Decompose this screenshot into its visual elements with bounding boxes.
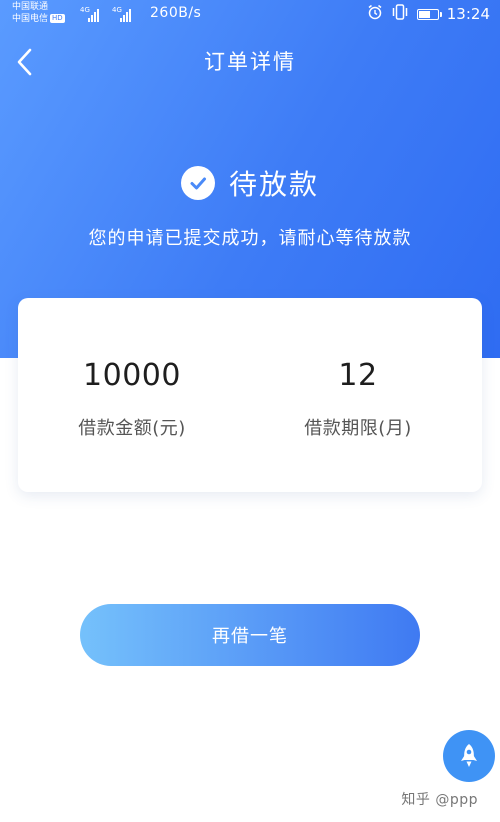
loan-amount-value: 10000 bbox=[83, 358, 181, 393]
alarm-clock-icon bbox=[367, 4, 383, 24]
status-title: 待放款 bbox=[228, 168, 319, 201]
rocket-button[interactable] bbox=[443, 730, 495, 782]
order-status: 待放款 bbox=[0, 163, 500, 203]
status-icons: 13:24 bbox=[367, 4, 490, 24]
carrier-1: 中国联通 bbox=[12, 2, 49, 12]
network-speed: 260B/s bbox=[150, 5, 202, 21]
rocket-icon bbox=[461, 744, 477, 767]
loan-term-value: 12 bbox=[338, 358, 378, 393]
check-circle-icon bbox=[180, 166, 215, 200]
battery-icon bbox=[416, 8, 442, 20]
status-bar: 中国联通 中国电信 HD 4G 4G 260B/s 13:24 bbox=[0, 0, 500, 30]
signal-icon: 4G bbox=[80, 6, 110, 22]
status-time: 13:24 bbox=[446, 5, 490, 23]
borrow-again-button[interactable]: 再借一笔 bbox=[80, 604, 420, 666]
watermark: 知乎 @ppp bbox=[401, 792, 478, 808]
carrier-2: 中国电信 bbox=[12, 14, 49, 24]
loan-summary-card: 10000 借款金额(元) 12 借款期限(月) bbox=[18, 298, 482, 492]
hd-badge: HD bbox=[50, 14, 65, 23]
loan-term: 12 借款期限(月) bbox=[242, 298, 474, 492]
signal-icon: 4G bbox=[112, 6, 142, 22]
page-title: 订单详情 bbox=[204, 50, 296, 74]
vibrate-icon bbox=[391, 4, 409, 24]
navigation-bar: 订单详情 bbox=[0, 36, 500, 88]
carrier-info: 中国联通 中国电信 HD bbox=[12, 1, 65, 25]
loan-term-label: 借款期限(月) bbox=[304, 418, 412, 439]
loan-amount-label: 借款金额(元) bbox=[78, 418, 186, 439]
loan-amount: 10000 借款金额(元) bbox=[16, 298, 248, 492]
status-subtitle: 您的申请已提交成功，请耐心等待放款 bbox=[88, 228, 412, 249]
